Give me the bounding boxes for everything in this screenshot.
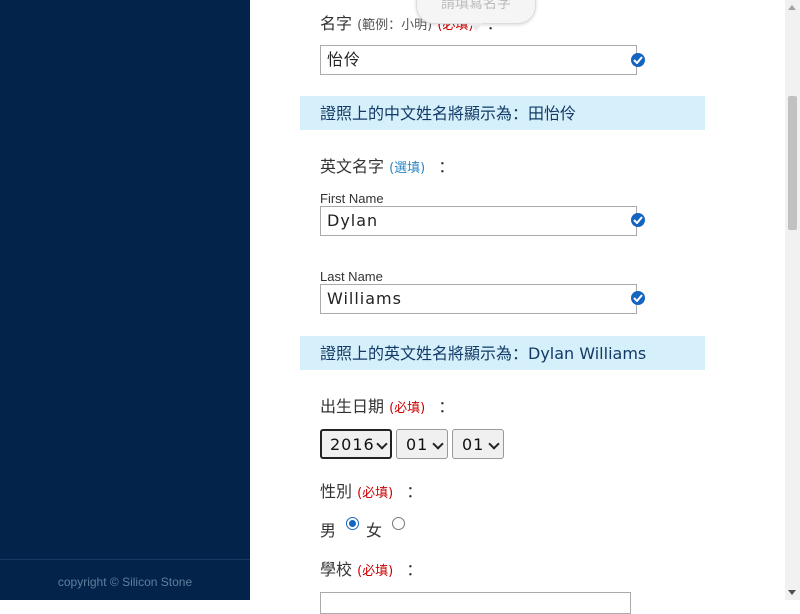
english-name-label: 英文名字 (選填) ： [320,157,455,176]
valid-check-icon [631,291,645,305]
sidebar: copyright © Silicon Stone [0,0,250,600]
birth-month-select[interactable]: 01 [396,429,448,459]
birthday-label: 出生日期 (必填) ： [320,397,455,416]
scroll-down-arrow-icon[interactable] [788,590,796,595]
scroll-up-arrow-icon[interactable] [788,5,796,10]
gender-male-label: 男 [320,521,337,540]
last-name-en-label: Last Name [320,269,383,284]
chevron-down-icon [376,438,388,450]
last-name-en-input[interactable]: Williams [320,284,637,314]
scrollbar[interactable] [785,0,800,600]
gender-male-radio[interactable] [346,517,359,530]
first-name-example: (範例：小明) [357,18,433,33]
school-input[interactable] [320,592,631,614]
gender-label: 性別 (必填) ： [320,482,423,501]
main-form: 名字 (範例：小明) (必填) ： 請填寫名字 怡伶 證照上的中文姓名將顯示為：… [250,0,785,614]
birth-day-select[interactable]: 01 [452,429,504,459]
scrollbar-thumb[interactable] [788,96,797,230]
chevron-down-icon [432,438,444,450]
required-mark: (必填) [357,564,394,579]
first-name-input[interactable]: 怡伶 [320,45,637,75]
gender-female-radio[interactable] [392,517,405,530]
school-label: 學校 (必填) ： [320,560,423,579]
first-name-en-label: First Name [320,191,384,206]
english-name-preview-banner: 證照上的英文姓名將顯示為：Dylan Williams [300,336,705,370]
gender-female-label: 女 [366,521,383,540]
validation-tooltip: 請填寫名字 [416,0,536,31]
copyright-footer: copyright © Silicon Stone [0,559,250,600]
chevron-down-icon [488,438,500,450]
optional-mark: (選填) [389,161,426,176]
chinese-name-preview-banner: 證照上的中文姓名將顯示為：田怡伶 [300,96,705,130]
required-mark: (必填) [357,486,394,501]
required-mark: (必填) [389,401,426,416]
valid-check-icon [631,53,645,67]
birth-year-select[interactable]: 2016 [320,429,392,459]
valid-check-icon [631,213,645,227]
copyright-text: copyright © Silicon Stone [57,575,193,589]
first-name-en-input[interactable]: Dylan [320,206,637,236]
